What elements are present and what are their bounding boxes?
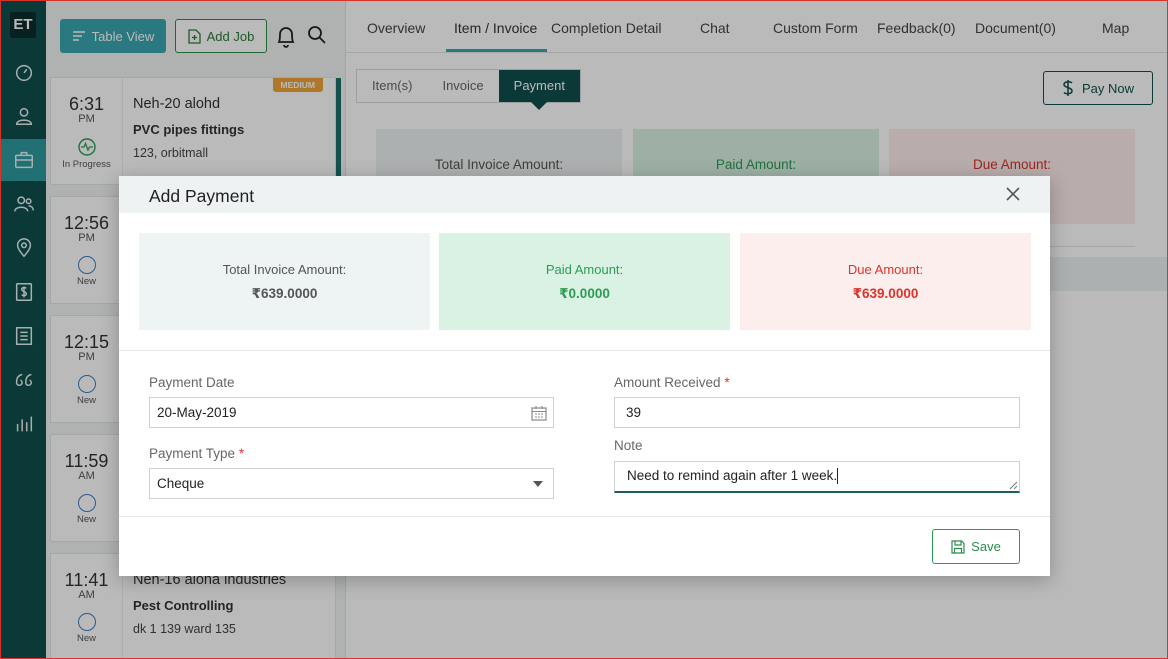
due-amount-value: ₹639.0000 [852, 286, 919, 301]
due-amount-box: Due Amount: ₹639.0000 [740, 233, 1031, 330]
paid-amount-box: Paid Amount: ₹0.0000 [439, 233, 730, 330]
note-label: Note [614, 438, 643, 453]
payment-date-label: Payment Date [149, 375, 235, 390]
total-invoice-label: Total Invoice Amount: [222, 262, 347, 277]
note-textarea[interactable]: Need to remind again after 1 week. [614, 461, 1020, 493]
add-payment-modal: Add Payment Total Invoice Amount: ₹639.0… [119, 176, 1050, 576]
payment-date-value: 20-May-2019 [157, 405, 237, 420]
payment-type-value: Cheque [157, 476, 205, 491]
save-button[interactable]: Save [932, 529, 1020, 564]
payment-type-select[interactable]: Cheque [149, 468, 554, 499]
amount-received-input[interactable]: 39 [614, 397, 1020, 428]
paid-amount-value: ₹0.0000 [559, 286, 610, 301]
close-icon[interactable] [1004, 185, 1022, 203]
save-icon [951, 539, 965, 554]
modal-footer-divider [119, 516, 1050, 517]
calendar-icon[interactable] [531, 405, 547, 421]
modal-header: Add Payment [119, 176, 1050, 213]
app-window: ET Table View Add Job 6:31 PM In Progres… [0, 0, 1168, 659]
due-amount-label: Due Amount: [847, 262, 924, 277]
paid-amount-label: Paid Amount: [545, 262, 624, 277]
text-cursor [837, 468, 839, 485]
required-mark: * [724, 375, 730, 390]
resize-handle-icon[interactable] [1009, 481, 1017, 489]
caret-down-icon [533, 481, 543, 487]
payment-date-input[interactable]: 20-May-2019 [149, 397, 554, 428]
required-mark: * [238, 446, 245, 461]
modal-title: Add Payment [149, 186, 255, 206]
amount-received-value: 39 [626, 405, 642, 420]
save-label: Save [971, 539, 1001, 554]
total-invoice-value: ₹639.0000 [251, 286, 318, 301]
amount-received-label: Amount Received * [614, 375, 730, 390]
total-invoice-box: Total Invoice Amount: ₹639.0000 [139, 233, 430, 330]
payment-type-label: Payment Type * [149, 446, 245, 461]
note-value: Need to remind again after 1 week. [627, 468, 838, 483]
modal-divider [119, 350, 1050, 351]
